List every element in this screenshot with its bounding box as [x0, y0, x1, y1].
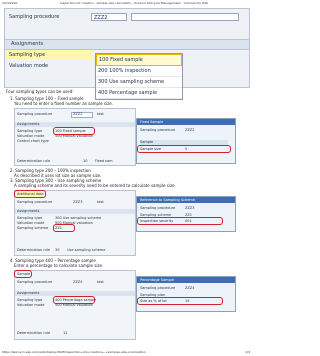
- determination-label: Determination rule: [17, 159, 51, 163]
- highlight-ring: [137, 297, 223, 305]
- sp-value: ZZZ3: [73, 200, 83, 204]
- determination-value: 30: [55, 248, 60, 252]
- sp-label: Sampling procedure: [17, 112, 53, 116]
- fixed-sample-screen: Sampling procedure ZZZ2 test Assignments…: [14, 108, 136, 166]
- valuation-mode-row: Valuation mode: [5, 61, 91, 71]
- sampling-procedure-row: Sampling procedure ZZZ2 test: [5, 12, 143, 22]
- sp-label: Sampling procedure: [17, 280, 53, 284]
- determination-label: Determination rule: [17, 248, 51, 252]
- assignments-section-header: Assignments: [5, 39, 249, 50]
- sp-value: ZZZ4: [73, 280, 83, 284]
- item1-text: You need to enter a fixed number as samp…: [14, 101, 113, 106]
- sampling-procedure-label: Sampling procedure: [9, 14, 60, 20]
- highlight-ring: [53, 296, 95, 304]
- popup-title: Fixed Sample: [137, 119, 235, 125]
- popup-sp-value: ZZZ3: [185, 206, 195, 210]
- valuation-mode-label: Valuation mode: [17, 303, 45, 307]
- item3-text: A sampling scheme and its severity need …: [14, 183, 176, 188]
- valuation-mode-label: Valuation mode: [9, 63, 49, 69]
- highlight-ring: [137, 217, 223, 225]
- highlight-ring: [14, 190, 46, 198]
- highlight-ring: [53, 224, 75, 232]
- highlight-ring: [14, 270, 32, 278]
- determination-value: 11: [63, 331, 68, 335]
- dropdown-option-200[interactable]: 200 100% inspection: [96, 66, 182, 77]
- fixed-sample-popup: Fixed Sample Sampling procedure ZZZ2 Sam…: [136, 118, 236, 164]
- footer-url[interactable]: https://wiki.scn.sap.com/wiki/display/PL…: [2, 350, 146, 354]
- sampling-scheme-label: Sampling scheme: [17, 226, 49, 230]
- page-header: 3/24/2020 Inspection lot creation - samp…: [2, 1, 250, 7]
- determination-value: 10: [83, 159, 88, 163]
- description-field[interactable]: [131, 13, 239, 21]
- sp-label: Sampling procedure: [17, 200, 53, 204]
- sp-desc: test: [97, 200, 104, 204]
- popup-sp-label: Sampling procedure: [140, 128, 176, 132]
- page-number: 1/4: [245, 350, 250, 354]
- sampling-procedure-field[interactable]: ZZZ2: [91, 13, 127, 21]
- percentage-sample-popup: Percentage Sample Sampling procedure ZZZ…: [136, 276, 236, 312]
- highlight-ring: [53, 127, 95, 135]
- popup-sp-label: Sampling procedure: [140, 206, 176, 210]
- popup-sp-value: ZZZ4: [185, 286, 195, 290]
- dropdown-option-300[interactable]: 300 Use sampling scheme: [96, 77, 182, 88]
- highlight-ring: [137, 145, 231, 153]
- sp-desc: test: [97, 280, 104, 284]
- popup-sp-label: Sampling procedure: [140, 286, 176, 290]
- sampling-type-row: Sampling type: [5, 50, 93, 60]
- determination-desc: Use sampling scheme: [67, 248, 106, 252]
- sampling-procedure-screen: Sampling procedure ZZZ2 test Assignments…: [4, 8, 250, 100]
- dropdown-option-100[interactable]: 100 Fixed sample: [96, 54, 182, 66]
- determination-label: Determination rule: [17, 331, 51, 335]
- popup-sp-value: ZZZ2: [185, 128, 195, 132]
- assignments-header: Assignments: [15, 209, 135, 214]
- popup-title: Reference to Sampling Scheme: [137, 197, 235, 203]
- sampling-scheme-screen: Additional data Sampling procedure ZZZ3 …: [14, 190, 136, 256]
- control-chart-label: Control chart type: [17, 139, 49, 143]
- page-footer: https://wiki.scn.sap.com/wiki/display/PL…: [2, 350, 250, 355]
- dropdown-option-400[interactable]: 400 Percentage sample: [96, 88, 182, 99]
- sp-desc: test: [97, 112, 104, 116]
- sampling-type-label: Sampling type: [9, 52, 46, 58]
- determination-desc: Fixed sam: [95, 159, 113, 163]
- popup-title: Percentage Sample: [137, 277, 235, 283]
- sampling-type-dropdown[interactable]: 100 Fixed sample 200 100% inspection 300…: [95, 53, 183, 100]
- item4-text: Enter a percentage to calculate sample s…: [14, 263, 104, 268]
- percentage-sample-screen: Sample Sampling procedure ZZZ4 test Assi…: [14, 270, 136, 340]
- print-date: 3/24/2020: [2, 1, 18, 5]
- sp-value: ZZZ2: [73, 112, 83, 116]
- print-title: Inspection lot creation - sample size ca…: [60, 1, 209, 5]
- intro-text: Four sampling types can be used:: [6, 89, 74, 94]
- sampling-scheme-popup: Reference to Sampling Scheme Sampling pr…: [136, 196, 236, 232]
